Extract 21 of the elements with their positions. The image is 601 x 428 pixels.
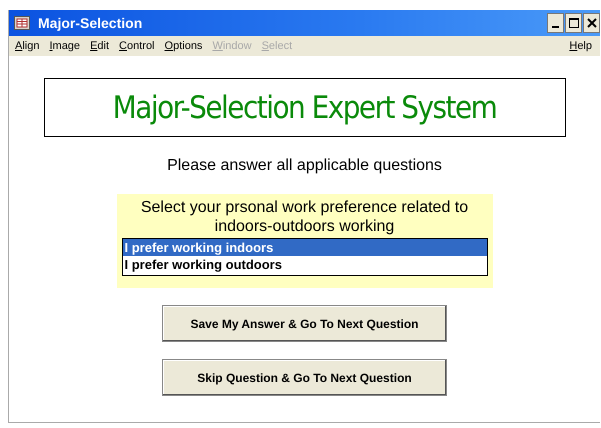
menu-item[interactable]: Control (119, 40, 155, 52)
close-button[interactable] (583, 13, 600, 33)
menu-item[interactable]: Help (569, 40, 592, 52)
action-button[interactable]: Save My Answer & Go To Next Question (162, 305, 447, 342)
menu-item[interactable]: Options (164, 40, 202, 52)
instruction-text: Please answer all applicable questions (167, 157, 442, 175)
menu-item[interactable]: Edit (90, 40, 110, 52)
action-button[interactable]: Skip Question & Go To Next Question (162, 359, 447, 396)
question-text: Select your prsonal work preference related to indoors-outdoors working (140, 198, 470, 236)
menu-item[interactable]: Image (49, 40, 80, 52)
list-item[interactable]: I prefer working outdoors (122, 256, 486, 273)
maximize-icon (568, 17, 580, 29)
minimize-button[interactable] (547, 13, 564, 33)
menu-item[interactable]: Align (15, 40, 40, 52)
maximize-button[interactable] (565, 13, 582, 33)
window-icon (14, 16, 30, 30)
window-title: Major-Selection (38, 15, 142, 31)
close-icon (586, 18, 596, 28)
list-item[interactable]: I prefer working indoors (122, 239, 486, 256)
banner-title: Major-Selection Expert System (44, 78, 566, 137)
minimize-icon (552, 26, 559, 28)
